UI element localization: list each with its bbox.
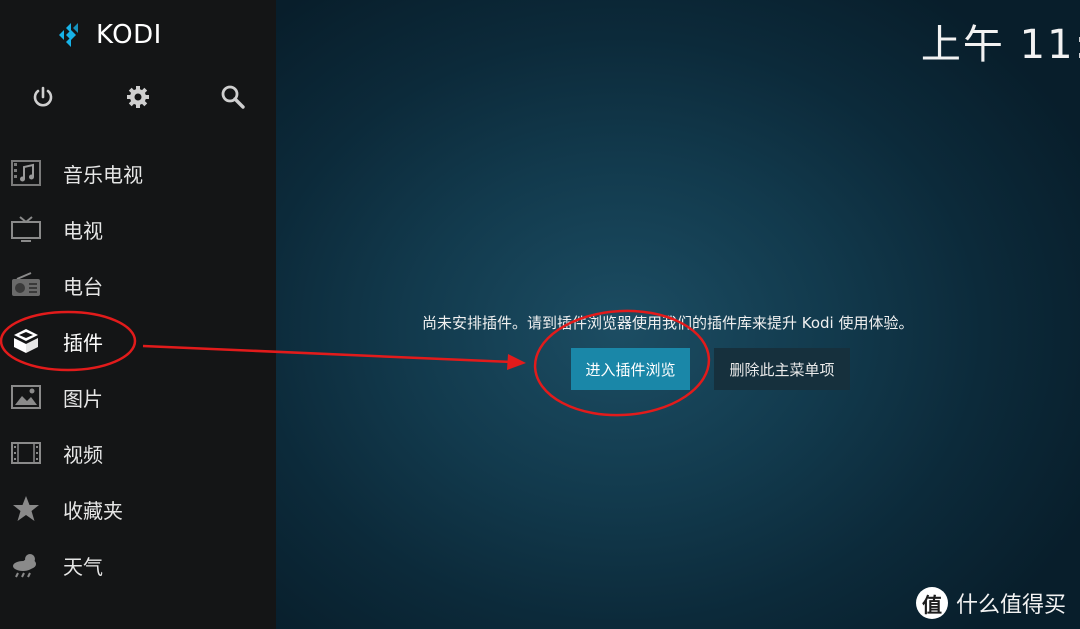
menu-item-favourites[interactable]: 收藏夹 [0,481,276,537]
clock: 上午 11: [920,22,1080,68]
menu-item-label: 视频 [63,442,103,467]
kodi-logo-icon [59,23,78,47]
menu-item-music-video[interactable]: 音乐电视 [0,145,276,201]
watermark-badge: 值 [915,587,948,619]
music-video-icon [10,157,42,189]
remove-menu-item-button[interactable]: 删除此主菜单项 [714,348,850,390]
menu-item-label: 图片 [63,386,103,411]
gear-icon[interactable] [121,80,155,114]
radio-icon [10,269,42,301]
addon-box-icon [10,325,42,357]
weather-icon [10,549,42,581]
top-icon-bar [0,80,276,114]
star-icon [10,493,42,525]
menu-item-tv[interactable]: 电视 [0,201,276,257]
menu-item-radio[interactable]: 电台 [0,257,276,313]
enter-addon-browser-button[interactable]: 进入插件浏览 [571,348,690,390]
power-icon[interactable] [26,80,60,114]
menu-item-weather[interactable]: 天气 [0,537,276,593]
menu-item-label: 电视 [63,218,103,243]
watermark-text: 什么值得买 [955,593,1066,618]
video-film-icon [10,437,42,469]
menu-item-videos[interactable]: 视频 [0,425,276,481]
tv-icon [10,213,42,245]
search-icon[interactable] [216,80,250,114]
menu-item-pictures[interactable]: 图片 [0,369,276,425]
kodi-logo: KODI [52,17,162,53]
menu-item-addons[interactable]: 插件 [0,313,276,369]
menu-item-label: 插件 [63,330,103,355]
no-addons-message: 尚未安排插件。请到插件浏览器使用我们的插件库来提升 Kodi 使用体验。 [422,314,914,332]
menu-item-label: 音乐电视 [63,162,143,187]
sidebar: KODI 音乐电视 电视 电台 插件 图片 视频 收藏夹 天气 [0,0,276,629]
menu-item-label: 天气 [63,554,103,579]
app-title: KODI [96,20,162,50]
picture-icon [10,381,42,413]
menu-item-label: 收藏夹 [63,498,123,523]
watermark: 值 什么值得买 [915,587,1066,619]
menu-item-label: 电台 [63,274,103,299]
